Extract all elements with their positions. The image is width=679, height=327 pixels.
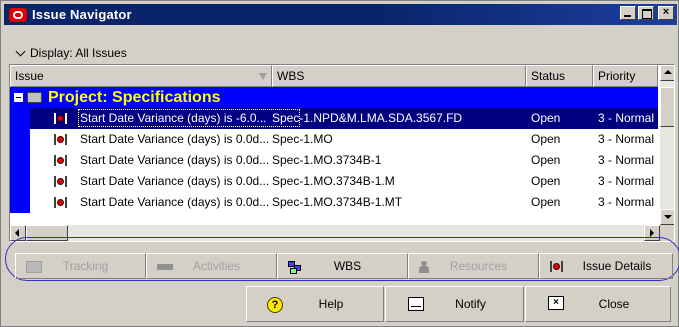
close-label: Close <box>598 297 630 311</box>
activities-label: Activities <box>192 259 241 273</box>
wbs-cell: Spec-1.MO <box>272 132 333 146</box>
title-bar[interactable]: Issue Navigator × <box>4 4 677 25</box>
column-header-label: WBS <box>277 69 305 83</box>
sort-icon <box>259 73 267 80</box>
issue-navigator-window: Issue Navigator × Display: All Issues Is… <box>0 0 679 327</box>
wbs-cell: Spec-1.MO.3734B-1.M <box>272 174 395 188</box>
help-button[interactable]: ? Help <box>246 286 384 322</box>
column-header-label: Status <box>531 69 566 83</box>
collapse-icon[interactable] <box>14 93 23 102</box>
row-gutter <box>10 108 30 129</box>
scroll-down-button[interactable] <box>660 209 674 225</box>
issue-cell: Start Date Variance (days) is 0.0d... <box>80 153 270 167</box>
table-row[interactable]: Start Date Variance (days) is -6.0... Sp… <box>10 108 658 129</box>
table-row[interactable]: Start Date Variance (days) is 0.0d... Sp… <box>10 150 658 171</box>
column-header-label: Issue <box>15 69 44 83</box>
resources-button[interactable]: Resources <box>408 253 539 279</box>
status-cell: Open <box>531 195 561 209</box>
chevron-down-icon <box>14 46 28 60</box>
vertical-scrollbar[interactable] <box>660 65 674 225</box>
row-gutter <box>10 129 30 150</box>
column-header-status[interactable]: Status <box>526 65 593 87</box>
table-row[interactable]: Start Date Variance (days) is 0.0d... Sp… <box>10 129 658 150</box>
row-gutter <box>10 192 30 213</box>
resources-icon <box>419 261 429 273</box>
column-header-priority[interactable]: Priority <box>593 65 658 87</box>
row-gutter <box>10 171 30 192</box>
activities-button[interactable]: Activities <box>146 253 277 279</box>
issue-icon <box>54 176 67 187</box>
minimize-button[interactable] <box>620 6 636 20</box>
issue-details-button[interactable]: Issue Details <box>539 253 673 279</box>
table-row[interactable]: Start Date Variance (days) is 0.0d... Sp… <box>10 171 658 192</box>
folder-icon <box>27 92 42 103</box>
priority-cell: 3 - Normal <box>598 111 655 125</box>
notify-button[interactable]: Notify <box>385 286 524 322</box>
status-cell: Open <box>531 153 561 167</box>
priority-cell: 3 - Normal <box>598 132 655 146</box>
issue-cell: Start Date Variance (days) is -6.0... <box>78 109 300 127</box>
close-button[interactable]: × Close <box>525 286 671 322</box>
issue-cell: Start Date Variance (days) is 0.0d... <box>80 195 270 209</box>
display-filter-label: Display: All Issues <box>30 46 127 60</box>
activities-icon <box>157 264 173 270</box>
vertical-scroll-thumb[interactable] <box>660 87 674 127</box>
priority-cell: 3 - Normal <box>598 174 655 188</box>
row-gutter <box>10 150 30 171</box>
window-title: Issue Navigator <box>32 7 132 22</box>
tracking-icon <box>26 261 42 273</box>
issue-icon <box>54 134 67 145</box>
wbs-cell: Spec-1.MO.3734B-1 <box>272 153 382 167</box>
project-group-row[interactable]: Project: Specifications <box>10 87 658 108</box>
window-controls: × <box>620 6 674 20</box>
wbs-icon <box>288 261 302 274</box>
close-window-button[interactable]: × <box>658 6 674 20</box>
priority-cell: 3 - Normal <box>598 195 655 209</box>
table-row[interactable]: Start Date Variance (days) is 0.0d... Sp… <box>10 192 658 213</box>
issues-grid: Issue WBS Status Priority Project: Speci… <box>9 64 675 242</box>
help-label: Help <box>318 297 344 311</box>
grid-header: Issue WBS Status Priority <box>10 65 658 87</box>
wbs-button[interactable]: WBS <box>277 253 408 279</box>
notify-label: Notify <box>455 297 486 311</box>
issue-icon <box>54 113 67 124</box>
status-cell: Open <box>531 111 561 125</box>
issue-icon <box>54 197 67 208</box>
issue-cell: Start Date Variance (days) is 0.0d... <box>80 132 270 146</box>
maximize-button[interactable] <box>638 6 654 20</box>
display-filter[interactable]: Display: All Issues <box>4 43 677 63</box>
tracking-label: Tracking <box>62 259 109 273</box>
issue-icon <box>54 155 67 166</box>
view-toolbar: Tracking Activities WBS Resources Issue … <box>15 253 673 279</box>
column-header-label: Priority <box>598 69 636 83</box>
wbs-cell: Spec-1.MO.3734B-1.MT <box>272 195 403 209</box>
issue-details-label: Issue Details <box>582 259 652 273</box>
issue-details-icon <box>550 261 563 272</box>
priority-cell: 3 - Normal <box>598 153 655 167</box>
status-cell: Open <box>531 174 561 188</box>
column-header-wbs[interactable]: WBS <box>272 65 526 87</box>
oracle-logo-icon <box>9 7 27 22</box>
wbs-label: WBS <box>333 259 362 273</box>
status-cell: Open <box>531 132 561 146</box>
project-label: Project: Specifications <box>48 88 221 106</box>
tracking-button[interactable]: Tracking <box>15 253 146 279</box>
wbs-cell: Spec-1.NPD&M.LMA.SDA.3567.FD <box>272 111 463 125</box>
resources-label: Resources <box>449 259 508 273</box>
issue-cell: Start Date Variance (days) is 0.0d... <box>80 174 270 188</box>
scroll-up-button[interactable] <box>660 65 674 81</box>
column-header-issue[interactable]: Issue <box>10 65 272 87</box>
